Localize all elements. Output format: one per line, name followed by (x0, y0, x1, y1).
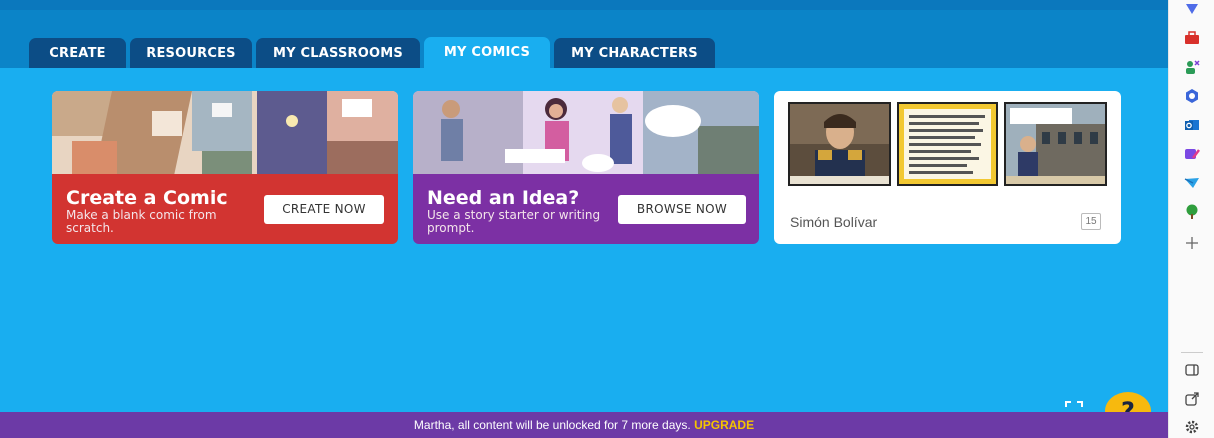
create-comic-title: Create a Comic (66, 187, 228, 209)
tree-icon[interactable] (1184, 204, 1200, 220)
comic-card-simon-bolivar[interactable]: Simón Bolívar 15 (774, 91, 1121, 244)
tab-my-characters[interactable]: MY CHARACTERS (554, 38, 715, 70)
create-comic-card[interactable]: Create a Comic Make a blank comic from s… (52, 91, 398, 244)
comic-panel-1 (788, 102, 891, 186)
tab-create[interactable]: CREATE (29, 38, 126, 70)
trial-message: Martha, all content will be unlocked for… (413, 418, 691, 432)
plus-icon[interactable] (1184, 235, 1200, 251)
page-count-badge: 15 (1081, 213, 1101, 230)
comic-title: Simón Bolívar (790, 214, 878, 230)
browse-now-button[interactable]: BROWSE NOW (618, 195, 746, 224)
top-strip (0, 0, 1168, 10)
need-idea-card[interactable]: Need an Idea? Use a story starter or wri… (413, 91, 759, 244)
upgrade-link[interactable]: UPGRADE (694, 418, 754, 432)
trial-banner: Martha, all content will be unlocked for… (0, 412, 1168, 438)
create-comic-illustration (52, 91, 398, 174)
diamond-icon[interactable] (1184, 2, 1200, 18)
briefcase-icon[interactable] (1184, 30, 1200, 46)
brush-icon[interactable] (1184, 146, 1200, 162)
tab-my-classrooms[interactable]: MY CLASSROOMS (256, 38, 420, 70)
sidebar-divider (1181, 352, 1203, 353)
create-now-button[interactable]: CREATE NOW (264, 195, 384, 224)
need-idea-subtitle: Use a story starter or writing prompt. (427, 208, 601, 235)
need-idea-illustration (413, 91, 759, 174)
open-external-icon[interactable] (1184, 391, 1200, 407)
comic-panel-2 (897, 102, 998, 186)
comic-panel-3 (1004, 102, 1107, 186)
office-icon[interactable] (1184, 88, 1200, 104)
sidebar-panel-icon[interactable] (1184, 362, 1200, 378)
tabs-bar: CREATE RESOURCES MY CLASSROOMS MY COMICS… (0, 10, 1168, 78)
send-icon[interactable] (1184, 175, 1200, 191)
tab-resources[interactable]: RESOURCES (130, 38, 252, 70)
people-icon[interactable] (1184, 59, 1200, 75)
settings-icon[interactable] (1184, 419, 1200, 435)
main-content: Create a Comic Make a blank comic from s… (0, 68, 1168, 412)
browser-sidebar (1168, 0, 1214, 438)
create-comic-subtitle: Make a blank comic from scratch. (66, 208, 217, 235)
outlook-icon[interactable] (1184, 117, 1200, 133)
need-idea-title: Need an Idea? (427, 187, 580, 209)
